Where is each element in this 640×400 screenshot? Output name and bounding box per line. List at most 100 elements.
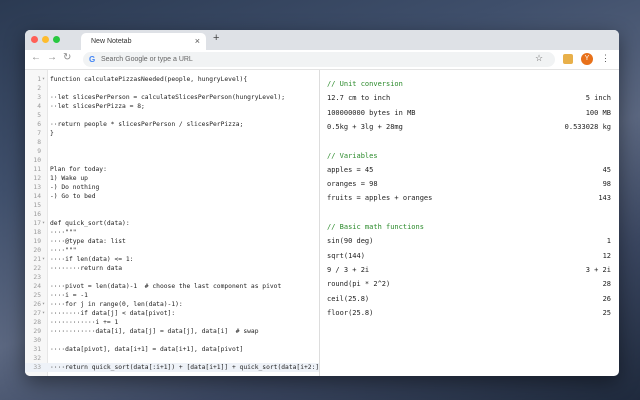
line-number: 2 (37, 85, 41, 92)
editor-line[interactable]: 23 (25, 273, 319, 282)
expression-text: fruits = apples + oranges (327, 194, 433, 203)
editor-line[interactable]: 16 (25, 210, 319, 219)
editor-line[interactable]: 32 (25, 354, 319, 363)
fold-arrow-icon[interactable]: ▾ (42, 75, 45, 84)
result-value: 98 (602, 180, 611, 189)
address-bar[interactable]: G Search Google or type a URL (83, 52, 555, 67)
bookmark-star-icon[interactable]: ☆ (535, 53, 543, 64)
editor-line[interactable]: 26 ▾ ····for j in range(0, len(data)-1): (25, 300, 319, 309)
code-text: ····if len(data) <= 1: (50, 256, 134, 263)
back-arrow-icon[interactable]: ← (31, 52, 41, 63)
result-value: 26 (602, 294, 611, 303)
editor-line[interactable]: 1 ▾ function calculatePizzasNeeded(people,… (25, 75, 319, 84)
line-number: 7 (37, 130, 41, 137)
editor-line[interactable]: 7} (25, 129, 319, 138)
results-line: fruits = apples + oranges 143 (327, 192, 611, 204)
line-number: 13 (33, 184, 41, 191)
reload-icon[interactable]: ↻ (63, 52, 71, 63)
editor-line[interactable]: 24 ····pivot = len(data)-1 # choose the l… (25, 282, 319, 291)
result-value: 143 (598, 194, 611, 203)
results-comment: // Variables (327, 150, 611, 162)
line-number: 11 (33, 166, 41, 173)
result-value: 3 + 2i (585, 265, 611, 274)
minimize-window-button[interactable] (42, 36, 49, 43)
editor-line[interactable]: 15 (25, 201, 319, 210)
fold-arrow-icon[interactable]: ▾ (42, 219, 45, 228)
expression-text: round(pi * 2^2) (327, 280, 391, 289)
editor-line[interactable]: 8 (25, 138, 319, 147)
code-text: ····""" (50, 229, 77, 236)
editor-line[interactable]: 25 ····i = -1 (25, 291, 319, 300)
expression-text: 12.7 cm to inch (327, 94, 391, 103)
line-number: 31 (33, 346, 41, 353)
line-number: 30 (33, 337, 41, 344)
result-value: 28 (602, 280, 611, 289)
editor-line[interactable]: 14 -) Go to bed (25, 192, 319, 201)
editor-line[interactable]: 5 (25, 111, 319, 120)
editor-line[interactable]: 4 ··let slicesPerPizza = 8; (25, 102, 319, 111)
expression-text: // Basic math functions (327, 223, 424, 231)
code-text: ····data[pivot], data[i+1] = data[i+1], … (50, 346, 244, 353)
editor-line[interactable]: 3 ··let slicesPerPerson = calculateSlices… (25, 93, 319, 102)
code-text: ····return quick_sort(data[:i+1]) + [dat… (50, 364, 320, 371)
code-text: def quick_sort(data): (50, 220, 130, 227)
results-line: round(pi * 2^2) 28 (327, 278, 611, 290)
code-text: ············i += 1 (50, 319, 119, 326)
editor-line[interactable]: 20 ····""" (25, 246, 319, 255)
line-number: 3 (37, 94, 41, 101)
extension-icon[interactable] (563, 54, 573, 64)
profile-avatar[interactable]: Y (581, 53, 593, 65)
google-icon: G (89, 55, 96, 64)
menu-dots-icon[interactable]: ⋮ (601, 53, 610, 64)
expression-text: floor(25.8) (327, 308, 374, 317)
fold-arrow-icon[interactable]: ▾ (42, 309, 45, 318)
editor-line[interactable]: 33 ····return quick_sort(data[:i+1]) + [d… (25, 363, 319, 372)
window-controls (31, 36, 60, 43)
tab-new-notetab[interactable]: New Notetab × (81, 33, 206, 50)
editor-line[interactable]: 21 ▾ ····if len(data) <= 1: (25, 255, 319, 264)
result-value: 12 (602, 251, 611, 260)
editor-line[interactable]: 9 (25, 147, 319, 156)
close-tab-icon[interactable]: × (195, 36, 200, 46)
editor-line[interactable]: 22 ········return data (25, 264, 319, 273)
close-window-button[interactable] (31, 36, 38, 43)
editor-line[interactable]: 18 ····""" (25, 228, 319, 237)
editor-line[interactable]: 2 (25, 84, 319, 93)
forward-arrow-icon[interactable]: → (47, 52, 57, 63)
result-value: 100 MB (585, 108, 611, 117)
fold-arrow-icon[interactable]: ▾ (42, 255, 45, 264)
editor-line[interactable]: 19 ····@type data: list (25, 237, 319, 246)
editor-line[interactable]: 10 (25, 156, 319, 165)
address-placeholder: Search Google or type a URL (101, 56, 193, 63)
editor-line[interactable]: 31 ····data[pivot], data[i+1] = data[i+1]… (25, 345, 319, 354)
line-number: 32 (33, 355, 41, 362)
results-line (327, 207, 611, 219)
fold-arrow-icon[interactable]: ▾ (42, 300, 45, 309)
editor-line[interactable]: 27 ▾ ········if data[j] < data[pivot]: (25, 309, 319, 318)
browser-window: New Notetab × + ← → ↻ G Search Google or… (25, 30, 619, 376)
editor-line[interactable]: 6 ··return people * slicesPerPerson / sli… (25, 120, 319, 129)
result-value: 25 (602, 308, 611, 317)
zoom-window-button[interactable] (53, 36, 60, 43)
code-text: -) Do nothing (50, 184, 100, 191)
line-number: 15 (33, 202, 41, 209)
editor-line[interactable]: 13 -) Do nothing (25, 183, 319, 192)
editor-line[interactable]: 11 Plan for today: (25, 165, 319, 174)
code-editor[interactable]: 1 ▾ function calculatePizzasNeeded(people,… (25, 70, 320, 376)
results-line: 100000000 bytes in MB 100 MB (327, 107, 611, 119)
line-number: 12 (33, 175, 41, 182)
results-line: ceil(25.8) 26 (327, 293, 611, 305)
code-text: ····pivot = len(data)-1 # choose the las… (50, 283, 282, 290)
code-text: ····@type data: list (50, 238, 126, 245)
new-tab-button[interactable]: + (213, 32, 219, 44)
editor-line[interactable]: 28 ············i += 1 (25, 318, 319, 327)
editor-line[interactable]: 17 ▾ def quick_sort(data): (25, 219, 319, 228)
editor-line[interactable]: 29 ············data[i], data[j] = data[j]… (25, 327, 319, 336)
line-number: 21 (33, 256, 41, 263)
line-number: 9 (37, 148, 41, 155)
editor-line[interactable]: 30 (25, 336, 319, 345)
editor-line[interactable]: 12 1) Wake up (25, 174, 319, 183)
expression-text: apples = 45 (327, 165, 374, 174)
line-number: 23 (33, 274, 41, 281)
result-value: 0.533028 kg (564, 122, 611, 131)
